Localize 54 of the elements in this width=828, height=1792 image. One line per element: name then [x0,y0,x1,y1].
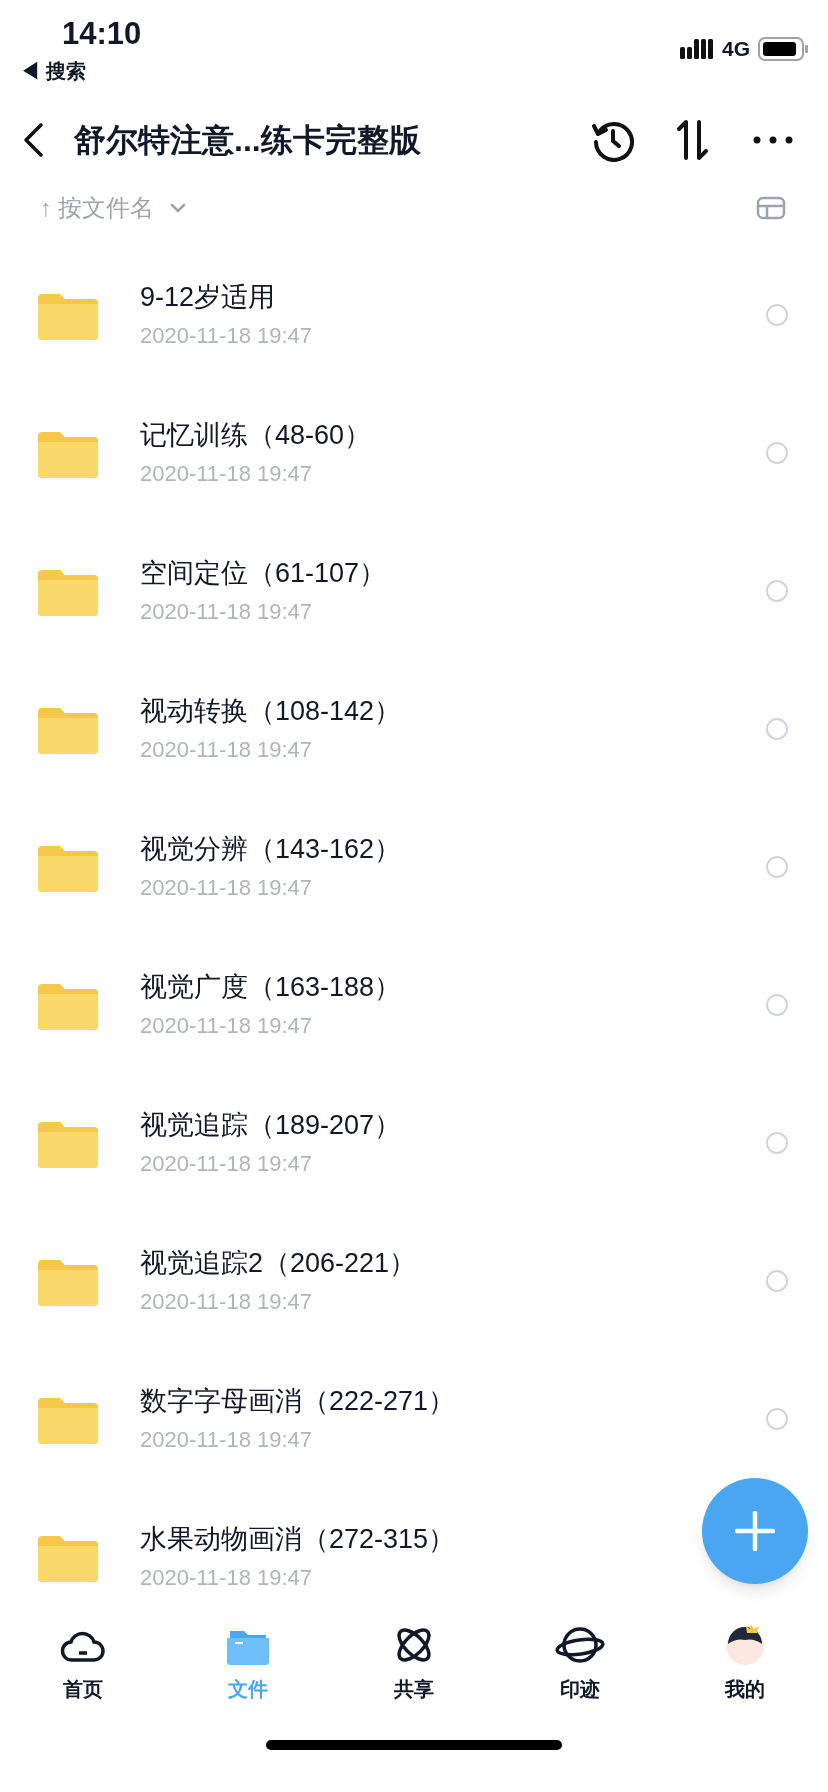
select-checkbox[interactable] [766,1270,788,1292]
select-checkbox[interactable] [766,1132,788,1154]
tab-bar-item[interactable]: 首页 [0,1620,166,1704]
modified-date: 2020-11-18 19:47 [140,1564,313,1592]
folder-name: 9-12岁适用 [140,281,276,314]
signal-icon [680,37,714,61]
modified-date: 2020-11-18 19:47 [140,1012,313,1040]
modified-date: 2020-11-18 19:47 [140,736,313,764]
modified-date: 2020-11-18 19:47 [140,322,313,350]
folder-name: 视觉分辨（143-162） [140,833,402,866]
view-mode-icon[interactable] [756,196,786,220]
folder-name: 水果动物画消（272-315） [140,1523,456,1556]
folder-row[interactable]: 数字字母画消（222-271） 2020-11-18 19:47 [0,1350,828,1488]
clock-time: 14:10 [62,15,142,53]
modified-date: 2020-11-18 19:47 [140,1150,313,1178]
folder-name: 视觉追踪（189-207） [140,1109,402,1142]
select-checkbox[interactable] [766,304,788,326]
folder-row[interactable]: 视动转换（108-142） 2020-11-18 19:47 [0,660,828,798]
folder-row[interactable]: 记忆训练（48-60） 2020-11-18 19:47 [0,384,828,522]
folder-row[interactable]: 视觉广度（163-188） 2020-11-18 19:47 [0,936,828,1074]
back-to-app-link[interactable]: ◀ 搜索 [20,56,142,86]
modified-date: 2020-11-18 19:47 [140,1288,313,1316]
modified-date: 2020-11-18 19:47 [140,874,313,902]
network-label: 4G [722,36,750,63]
select-checkbox[interactable] [766,442,788,464]
modified-date: 2020-11-18 19:47 [140,1426,313,1454]
tab-bar-item[interactable]: 我的 [662,1620,828,1704]
modified-date: 2020-11-18 19:47 [140,460,313,488]
select-checkbox[interactable] [766,718,788,740]
folder-name: 视觉广度（163-188） [140,971,402,1004]
folder-row[interactable]: 视觉追踪（189-207） 2020-11-18 19:47 [0,1074,828,1212]
folder-row[interactable]: 9-12岁适用 2020-11-18 19:47 [0,246,828,384]
tab-bar-item[interactable]: 印迹 [496,1620,663,1704]
folder-row[interactable]: 视觉追踪2（206-221） 2020-11-18 19:47 [0,1212,828,1350]
select-checkbox[interactable] [766,1408,788,1430]
folder-name: 视动转换（108-142） [140,695,402,728]
folder-title: 舒尔特注意...练卡完整版 [74,121,421,160]
tab-bar-item[interactable]: 共享 [331,1620,497,1704]
select-checkbox[interactable] [766,580,788,602]
plus-icon [735,1511,775,1551]
select-checkbox[interactable] [766,994,788,1016]
battery-icon [758,36,808,62]
folder-row[interactable]: 视觉分辨（143-162） 2020-11-18 19:47 [0,798,828,936]
folder-row[interactable]: 水果动物画消（272-315） 2020-11-18 19:47 [0,1488,828,1600]
folder-name: 数字字母画消（222-271） [140,1385,456,1418]
chevron-down-icon [170,203,186,213]
chevron-left-icon [22,122,44,158]
folder-row[interactable]: 空间定位（61-107） 2020-11-18 19:47 [0,522,828,660]
folder-name: 记忆训练（48-60） [140,419,372,452]
folder-name: 空间定位（61-107） [140,557,387,590]
select-checkbox[interactable] [766,856,788,878]
modified-date: 2020-11-18 19:47 [140,598,313,626]
folder-name: 视觉追踪2（206-221） [140,1247,417,1280]
more-icon [753,136,793,144]
